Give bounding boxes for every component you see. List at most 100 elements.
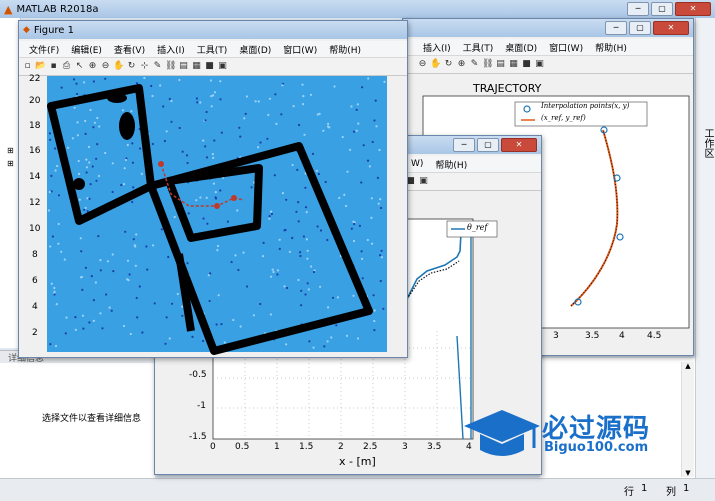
link-icon[interactable]: ⛓ (482, 59, 493, 70)
new-figure-icon[interactable]: ▫ (22, 61, 33, 72)
sample-point (131, 200, 134, 204)
sample-point (76, 121, 79, 124)
sample-point (159, 84, 162, 87)
zoom-out-icon[interactable]: ⊖ (100, 61, 111, 72)
sample-point (375, 125, 378, 128)
menu-desktop[interactable]: 桌面(D) (499, 41, 543, 54)
sample-point (268, 97, 271, 100)
print-icon[interactable]: ⎙ (61, 61, 72, 72)
sample-point (81, 288, 84, 291)
menu-desktop[interactable]: 桌面(D) (233, 43, 277, 56)
menu-insert[interactable]: 插入(I) (417, 41, 457, 54)
close-button[interactable]: ✕ (675, 2, 711, 16)
sample-point (214, 197, 218, 200)
rotate-icon[interactable]: ↻ (443, 59, 454, 70)
menu-edit[interactable]: 编辑(E) (65, 43, 108, 56)
menu-help[interactable]: 帮助(H) (323, 43, 367, 56)
sample-point (350, 227, 353, 230)
sample-point (373, 329, 376, 332)
open-file-icon[interactable]: 📂 (35, 61, 46, 72)
sample-point (306, 257, 309, 260)
brush-icon[interactable]: ✎ (469, 59, 480, 70)
sample-point (280, 113, 283, 116)
show-tools-icon[interactable]: ▣ (217, 61, 228, 72)
menu-window[interactable]: 窗口(W) (543, 41, 589, 54)
sample-point (285, 198, 288, 201)
sample-point (319, 229, 323, 232)
menu-tools[interactable]: 工具(T) (191, 43, 234, 56)
sample-point (298, 123, 301, 127)
minimize-button[interactable]: ─ (453, 138, 475, 152)
menu-view[interactable]: 查看(V) (108, 43, 151, 56)
pan-icon[interactable]: ✋ (430, 59, 441, 70)
sample-point (281, 192, 285, 195)
minimize-button[interactable]: ─ (627, 2, 649, 16)
show-tools-icon[interactable]: ▣ (534, 59, 545, 70)
pointer-icon[interactable]: ↖ (74, 61, 85, 72)
sample-point (171, 302, 174, 305)
close-button[interactable]: ✕ (653, 21, 689, 35)
sample-point (108, 306, 111, 309)
sample-point (356, 103, 359, 106)
menu-window[interactable]: 窗口(W) (277, 43, 323, 56)
sample-point (297, 220, 300, 223)
menu-file[interactable]: 文件(F) (23, 43, 65, 56)
sample-point (216, 244, 220, 248)
sample-point (219, 98, 222, 101)
minimize-button[interactable]: ─ (605, 21, 627, 35)
sample-point (307, 288, 310, 291)
sample-point (374, 99, 377, 102)
sample-point (283, 229, 286, 232)
menu-window-partial[interactable]: W) (405, 159, 429, 169)
sample-point (76, 134, 79, 137)
brush-icon[interactable]: ✎ (152, 61, 163, 72)
show-tools-icon[interactable]: ▣ (418, 176, 429, 187)
vertical-scrollbar[interactable]: ▲ ▼ (681, 362, 694, 477)
sample-point (283, 285, 286, 288)
workspace-side-tab[interactable]: 工作区 (700, 128, 715, 158)
legend-icon[interactable]: ▤ (178, 61, 189, 72)
colorbar-icon[interactable]: ▦ (191, 61, 202, 72)
hide-tools-icon[interactable]: ■ (521, 59, 532, 70)
menu-insert[interactable]: 插入(I) (151, 43, 191, 56)
data-cursor-icon[interactable]: ⊹ (139, 61, 150, 72)
sample-point (202, 139, 205, 142)
sample-point (300, 289, 303, 292)
sample-point (99, 259, 102, 262)
menu-help[interactable]: 帮助(H) (429, 158, 473, 171)
sample-point (250, 186, 253, 189)
maximize-button[interactable]: ▢ (651, 2, 673, 16)
hide-tools-icon[interactable]: ■ (204, 61, 215, 72)
close-button[interactable]: ✕ (501, 138, 537, 152)
pan-icon[interactable]: ✋ (113, 61, 124, 72)
maximize-button[interactable]: ▢ (629, 21, 651, 35)
data-cursor-icon[interactable]: ⊕ (456, 59, 467, 70)
menu-help[interactable]: 帮助(H) (589, 41, 633, 54)
menu-tools[interactable]: 工具(T) (457, 41, 500, 54)
sample-point (232, 318, 235, 322)
zoom-in-icon[interactable]: ⊕ (87, 61, 98, 72)
sample-point (268, 217, 271, 220)
zoom-out-icon[interactable]: ⊖ (417, 59, 428, 70)
sample-point (212, 182, 215, 185)
rotate-icon[interactable]: ↻ (126, 61, 137, 72)
sample-point (187, 212, 190, 215)
maximize-button[interactable]: ▢ (477, 138, 499, 152)
sample-point (360, 181, 363, 184)
sample-point (259, 302, 262, 306)
sample-point (170, 99, 173, 103)
x-tick: 4 (619, 331, 625, 341)
sample-point (206, 222, 209, 225)
legend-icon[interactable]: ▤ (495, 59, 506, 70)
colorbar-icon[interactable]: ▦ (508, 59, 519, 70)
link-icon[interactable]: ⛓ (165, 61, 176, 72)
sample-point (319, 285, 322, 288)
sample-point (97, 174, 101, 178)
sample-point (162, 105, 165, 108)
map-axes (47, 76, 387, 355)
sample-point (111, 162, 114, 165)
save-icon[interactable]: ▪ (48, 61, 59, 72)
sample-point (317, 172, 320, 176)
sample-point (356, 337, 360, 340)
sample-point (257, 100, 260, 103)
